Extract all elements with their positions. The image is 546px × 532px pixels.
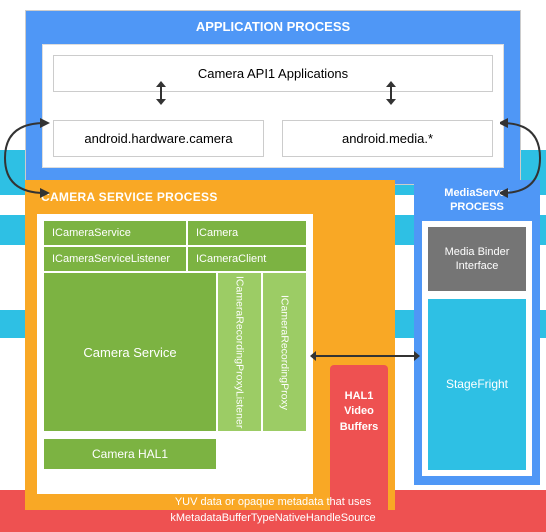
- application-process-header: APPLICATION PROCESS: [42, 11, 504, 44]
- android-media-box: android.media.*: [282, 120, 493, 157]
- mediaserver-process-body: Media Binder Interface StageFright: [422, 221, 532, 476]
- proxy-label: ICameraRecordingProxy: [279, 295, 291, 410]
- application-process-body: Camera API1 Applications android.hardwar…: [42, 44, 504, 168]
- application-process-container: APPLICATION PROCESS Camera API1 Applicat…: [25, 10, 521, 185]
- camera-hal1-box: Camera HAL1: [43, 438, 217, 470]
- proxy-box: ICameraRecordingProxy: [262, 272, 307, 432]
- camera-service-box: Camera Service: [43, 272, 217, 432]
- hal-buf-line1: HAL1: [345, 390, 374, 402]
- footer-line1: YUV data or opaque metadata that uses: [175, 496, 371, 508]
- icamera-service-box: ICameraService: [43, 220, 187, 246]
- footer-line2: kMetadataBufferTypeNativeHandleSource: [170, 512, 375, 524]
- curved-arrow-icon: [0, 118, 50, 198]
- camera-api1-applications-box: Camera API1 Applications: [53, 55, 493, 92]
- footer-text: YUV data or opaque metadata that uses kM…: [0, 495, 546, 526]
- proxy-listener-label: ICameraRecordingProxyListener: [234, 276, 246, 428]
- mediaserver-process-container: MediaServer PROCESS Media Binder Interfa…: [414, 180, 540, 485]
- stagefright-box: StageFright: [428, 299, 526, 469]
- hal-buf-line3: Buffers: [340, 421, 379, 433]
- media-binder-interface-box: Media Binder Interface: [428, 227, 526, 292]
- hal-buf-line2: Video: [344, 405, 374, 417]
- arrow-icon: [160, 86, 162, 100]
- proxy-listener-box: ICameraRecordingProxyListener: [217, 272, 262, 432]
- mediaserver-header-line2: PROCESS: [450, 201, 504, 213]
- camera-service-process-body: ICameraService ICamera ICameraServiceLis…: [37, 214, 313, 494]
- icamera-client-box: ICameraClient: [187, 246, 307, 272]
- android-hardware-camera-box: android.hardware.camera: [53, 120, 264, 157]
- hal1-video-buffers-box: HAL1 Video Buffers: [330, 365, 388, 510]
- arrow-icon: [390, 86, 392, 100]
- arrow-icon: [315, 355, 415, 357]
- icamera-service-listener-box: ICameraServiceListener: [43, 246, 187, 272]
- icamera-box: ICamera: [187, 220, 307, 246]
- curved-arrow-icon: [500, 118, 546, 198]
- camera-service-process-header: CAMERA SERVICE PROCESS: [37, 180, 383, 214]
